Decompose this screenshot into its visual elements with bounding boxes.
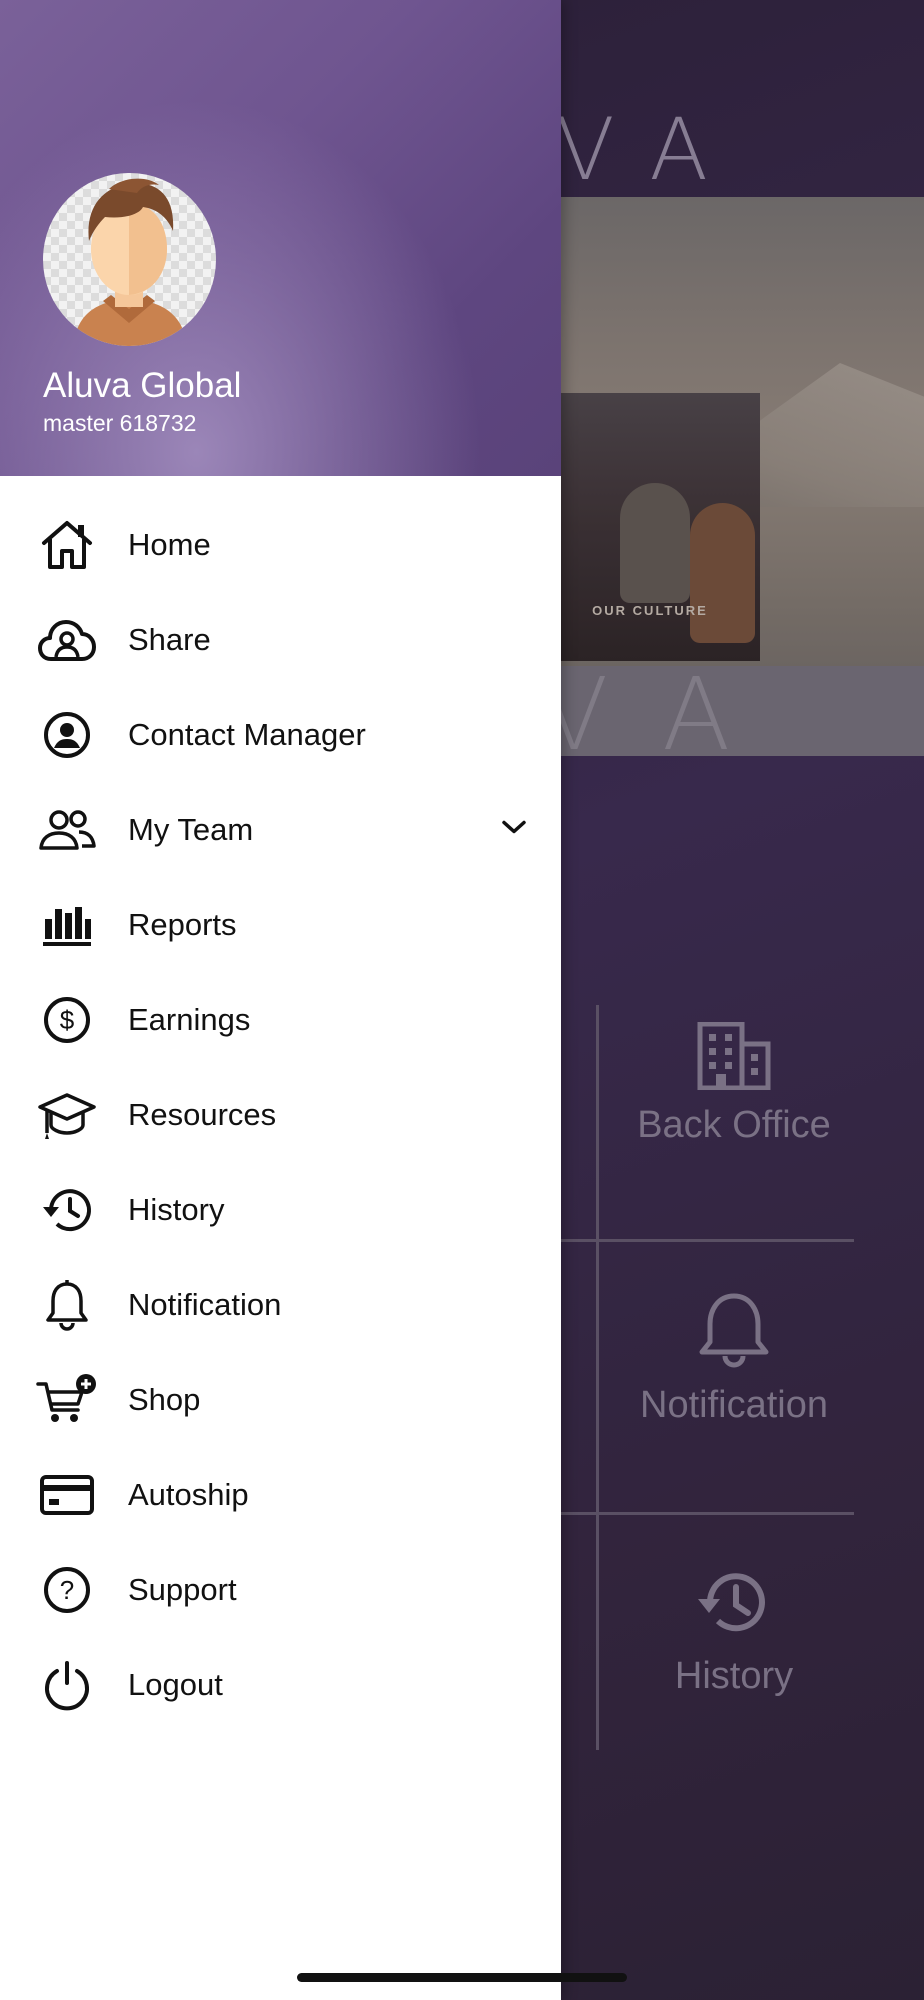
autoship-icon <box>36 1468 98 1522</box>
menu-item-earnings[interactable]: $ Earnings <box>0 972 561 1067</box>
menu-item-home[interactable]: Home <box>0 497 561 592</box>
menu-item-label: History <box>128 1191 225 1227</box>
share-icon <box>36 613 98 667</box>
home-icon <box>36 518 98 572</box>
menu-item-label: Resources <box>128 1096 277 1132</box>
profile-name: Aluva Global <box>43 366 242 405</box>
history-icon <box>36 1183 98 1237</box>
menu-item-support[interactable]: ? Support <box>0 1542 561 1637</box>
avatar[interactable] <box>43 173 216 346</box>
shop-icon <box>36 1373 98 1427</box>
resources-icon <box>36 1088 98 1142</box>
contact-manager-icon <box>36 708 98 762</box>
menu-item-shop[interactable]: Shop <box>0 1352 561 1447</box>
svg-text:$: $ <box>60 1005 75 1035</box>
power-icon <box>36 1658 98 1712</box>
home-indicator[interactable] <box>297 1973 627 1982</box>
profile-subtitle: master 618732 <box>43 410 197 436</box>
menu-item-autoship[interactable]: Autoship <box>0 1447 561 1542</box>
menu-item-resources[interactable]: Resources <box>0 1067 561 1162</box>
drawer-header: Aluva Global master 618732 <box>0 0 561 476</box>
earnings-icon: $ <box>36 993 98 1047</box>
menu-item-contact-manager[interactable]: Contact Manager <box>0 687 561 782</box>
team-icon <box>36 803 98 857</box>
menu-item-label: Home <box>128 526 211 562</box>
svg-text:?: ? <box>60 1575 74 1605</box>
menu-item-label: Notification <box>128 1286 282 1322</box>
support-icon: ? <box>36 1563 98 1617</box>
menu-item-label: Contact Manager <box>128 716 366 752</box>
notification-icon <box>36 1278 98 1332</box>
chevron-down-icon[interactable] <box>500 818 528 841</box>
menu-item-label: Logout <box>128 1666 223 1702</box>
menu-item-logout[interactable]: Logout <box>0 1637 561 1732</box>
menu-item-share[interactable]: Share <box>0 592 561 687</box>
menu-item-reports[interactable]: Reports <box>0 877 561 972</box>
menu-item-label: Shop <box>128 1381 201 1417</box>
menu-item-label: Reports <box>128 906 237 942</box>
menu-item-notification[interactable]: Notification <box>0 1257 561 1352</box>
menu-item-my-team[interactable]: My Team <box>0 782 561 877</box>
menu-item-label: Support <box>128 1571 237 1607</box>
menu-item-label: Earnings <box>128 1001 251 1037</box>
menu-item-history[interactable]: History <box>0 1162 561 1257</box>
navigation-drawer: Aluva Global master 618732 Home Share Co… <box>0 0 561 2000</box>
menu-item-label: My Team <box>128 811 254 847</box>
reports-icon <box>36 898 98 952</box>
avatar-illustration <box>73 178 187 346</box>
menu-item-label: Autoship <box>128 1476 249 1512</box>
drawer-menu: Home Share Contact Manager My Team Repor… <box>0 497 561 1732</box>
menu-item-label: Share <box>128 621 211 657</box>
